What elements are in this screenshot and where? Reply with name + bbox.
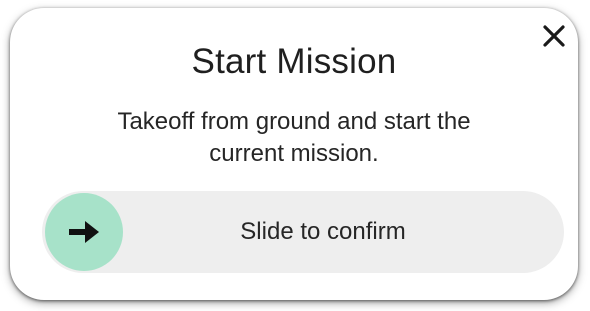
- dialog-message-line-1: Takeoff from ground and start the: [117, 108, 471, 135]
- start-mission-dialog: Start Mission Takeoff from ground and st…: [10, 8, 578, 300]
- dialog-message: Takeoff from ground and start the curren…: [70, 106, 518, 170]
- slider-handle[interactable]: [45, 193, 123, 271]
- dialog-message-line-2: current mission.: [209, 140, 379, 167]
- arrow-right-icon: [66, 219, 102, 245]
- dialog-title: Start Mission: [191, 42, 397, 81]
- slide-to-confirm-slider[interactable]: Slide to confirm: [42, 191, 564, 273]
- screen: Start Mission Takeoff from ground and st…: [0, 0, 590, 311]
